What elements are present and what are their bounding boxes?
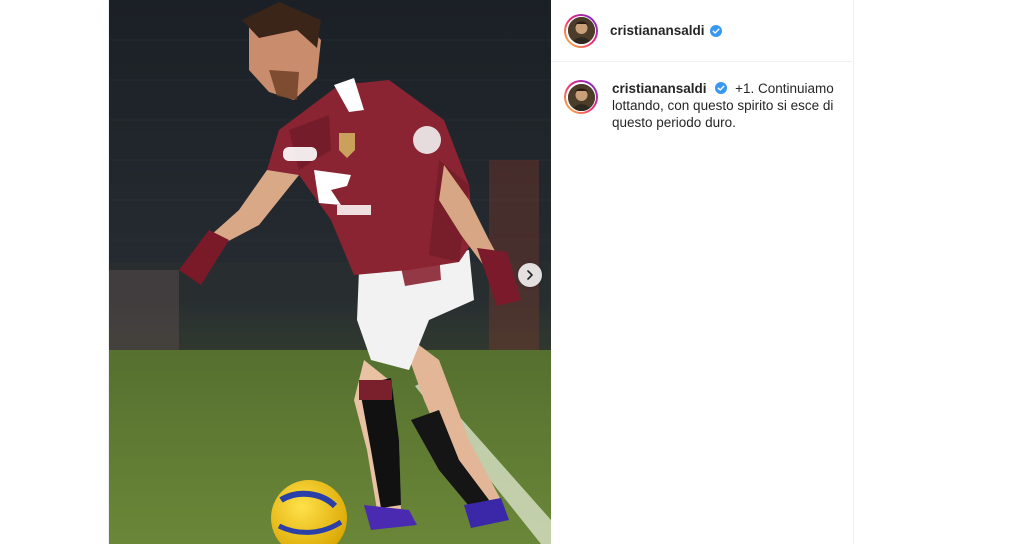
chevron-right-icon [527,270,533,280]
post-sidebar: cristianansaldi cristianansaldi +1. Cont… [551,0,852,544]
post-dialog: cristianansaldi cristianansaldi +1. Cont… [108,0,854,544]
caption-comment: cristianansaldi +1. Continuiamo lottando… [551,62,852,131]
caption-body: cristianansaldi +1. Continuiamo lottando… [612,80,837,131]
post-header: cristianansaldi [551,0,852,62]
post-author-username[interactable]: cristianansaldi [610,23,705,38]
post-media[interactable] [109,0,551,544]
verified-badge-icon [715,82,728,94]
avatar-image [567,83,595,111]
avatar[interactable] [564,13,598,48]
verified-badge-icon [709,24,722,37]
caption-avatar[interactable] [564,80,598,114]
next-photo-button[interactable] [518,263,542,287]
caption-username[interactable]: cristianansaldi [612,81,707,96]
player-photo [109,0,551,544]
avatar-image [567,17,595,44]
